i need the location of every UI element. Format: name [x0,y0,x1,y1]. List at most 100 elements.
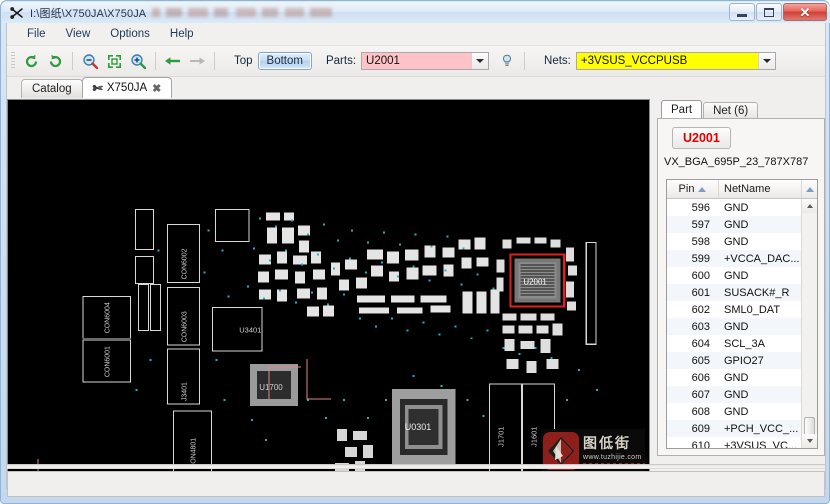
table-row[interactable]: 597 GND [667,216,802,233]
menu-file[interactable]: File [17,25,56,43]
cell-pin: 603 [691,320,710,333]
cell-netname: GPIO27 [724,354,764,367]
table-row[interactable]: 604 SCL_3A [667,335,802,352]
table-row[interactable]: 601 SUSACK#_R [667,284,802,301]
cell-pin: 604 [691,337,710,350]
zoom-fit-icon[interactable] [103,50,125,72]
cell-netname: +VCCA_DAC... [724,252,800,265]
lightbulb-icon[interactable] [496,50,518,72]
tab-x750ja[interactable]: ✄ X750JA ✖ [81,77,173,98]
toolbar-separator-4 [524,52,526,70]
table-row[interactable]: 605 GPIO27 [667,352,802,369]
cell-netname: GND [724,218,749,231]
back-arrow-icon[interactable] [162,50,184,72]
cell-pin: 607 [691,388,710,401]
board-canvas[interactable]: CON6004 CON6001 CON6002 CON6003 J3401 CO… [7,99,650,478]
scissors-icon [9,5,25,21]
minimize-button[interactable] [729,3,755,21]
cell-pin: 600 [691,269,710,282]
table-row[interactable]: 598 GND [667,233,802,250]
grid-corner-sort-icon [802,180,817,198]
table-row[interactable]: 602 SML0_DAT [667,301,802,318]
close-button[interactable]: ✕ [783,3,827,21]
cell-pin: 610 [691,439,710,449]
zoom-out-icon[interactable] [79,50,101,72]
toolbar-separator-2 [155,52,156,70]
svg-text:J1701: J1701 [496,427,505,447]
part-panel-body: U2001 VX_BGA_695P_23_787X787 Pin NetName [657,118,825,456]
tab-catalog[interactable]: Catalog [21,79,83,98]
nets-value[interactable]: +3VSUS_VCCPUSB [576,53,758,69]
document-tab-bar: Catalog ✄ X750JA ✖ [7,77,825,98]
part-name-chip[interactable]: U2001 [672,127,731,149]
status-bar [7,471,825,497]
scroll-up-icon[interactable] [802,199,817,213]
table-row[interactable]: 600 GND [667,267,802,284]
cell-pin: 608 [691,405,710,418]
main-split: CON6004 CON6001 CON6002 CON6003 J3401 CO… [7,99,825,499]
column-header-pin[interactable]: Pin [667,180,719,198]
watermark-cn: 图低街 [583,435,631,452]
cell-pin: 602 [691,303,710,316]
tab-net-label: Net (6) [713,105,749,117]
nets-chevron-down-icon[interactable] [757,53,775,69]
scroll-down-icon[interactable] [802,434,817,448]
side-bottom-button[interactable]: Bottom [257,52,312,70]
tab-net[interactable]: Net (6) [703,102,759,119]
column-header-pin-label: Pin [678,183,695,195]
table-row[interactable]: 599 +VCCA_DAC... [667,250,802,267]
tab-close-icon[interactable]: ✖ [152,82,161,95]
part-panel-tabs: Part Net (6) [657,99,825,119]
cell-pin: 606 [691,371,710,384]
maximize-button[interactable] [756,3,782,21]
pin-table-scrollbar[interactable] [801,199,817,448]
rotate-left-icon[interactable] [20,50,42,72]
side-toggle: Bottom [257,52,312,70]
menu-view[interactable]: View [56,25,101,43]
svg-text:CON6003: CON6003 [181,311,188,342]
tab-part[interactable]: Part [661,100,703,119]
tab-catalog-label: Catalog [32,83,72,95]
parts-label: Parts: [325,55,357,67]
table-row[interactable]: 596 GND [667,199,802,216]
nets-combobox[interactable]: +3VSUS_VCCPUSB [575,52,776,70]
cell-netname: GND [724,201,749,214]
cell-netname: SCL_3A [724,337,765,350]
svg-text:U0301: U0301 [405,422,431,432]
parts-chevron-down-icon[interactable] [471,53,489,69]
title-redacted-text [152,8,333,17]
table-row[interactable]: 608 GND [667,403,802,420]
window-title: I:\图纸\X750JA\X750JA [30,7,147,20]
side-top-label[interactable]: Top [234,55,253,67]
cell-netname: GND [724,405,749,418]
svg-text:CON6004: CON6004 [105,302,112,333]
forward-arrow-icon[interactable] [186,50,208,72]
svg-text:U3401: U3401 [239,325,261,334]
panel-splitter[interactable] [7,464,825,469]
svg-text:U1700: U1700 [259,383,283,392]
toolbar-separator-3 [214,52,215,70]
cell-netname: GND [724,269,749,282]
tool-bar: Top Bottom Parts: U2001 Nets: +3VSUS_VCC… [7,46,825,77]
toolbar-grip[interactable] [11,52,15,70]
table-row[interactable]: 610 +3VSUS_VC... [667,437,802,448]
table-row[interactable]: 607 GND [667,386,802,403]
parts-value[interactable]: U2001 [362,53,472,69]
table-row[interactable]: 609 +PCH_VCC_... [667,420,802,437]
toolbar-separator [72,52,73,70]
table-row[interactable]: 603 GND [667,318,802,335]
title-bar: I:\图纸\X750JA\X750JA ✕ [2,2,830,23]
cell-netname: +PCH_VCC_... [724,422,799,435]
cell-netname: GND [724,235,749,248]
menu-bar: File View Options Help [7,23,825,46]
zoom-in-icon[interactable] [127,50,149,72]
maximize-icon [764,7,774,17]
rotate-right-icon[interactable] [44,50,66,72]
menu-help[interactable]: Help [160,25,204,43]
cell-netname: GND [724,320,749,333]
pcb-layout: CON6004 CON6001 CON6002 CON6003 J3401 CO… [8,100,649,477]
table-row[interactable]: 606 GND [667,369,802,386]
column-header-netname[interactable]: NetName [719,180,802,198]
menu-options[interactable]: Options [100,25,160,43]
parts-combobox[interactable]: U2001 [361,52,490,70]
